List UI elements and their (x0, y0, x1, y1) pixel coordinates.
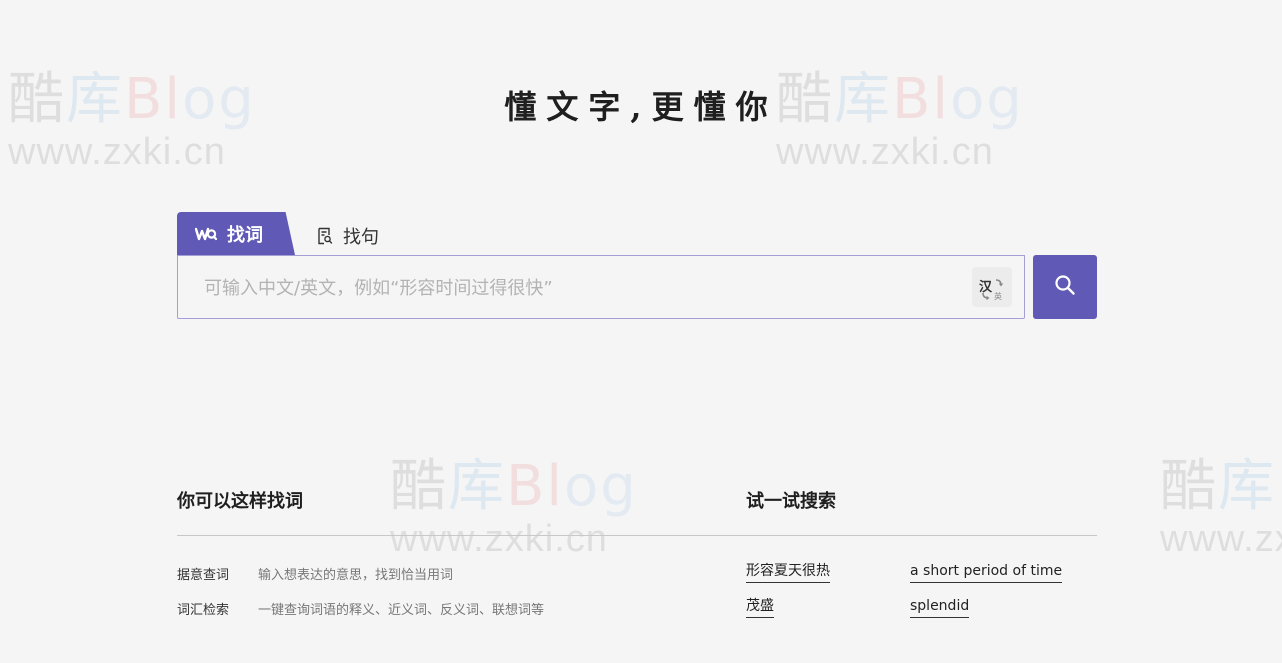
watermark-url: www.zxki.cn (776, 131, 994, 173)
tip-description: 输入想表达的意思，找到恰当用词 (258, 568, 454, 583)
tip-label: 据意查词 (177, 568, 230, 583)
search-button[interactable] (1033, 255, 1097, 319)
tip-item: 词汇检索 一键查询词语的释义、近义词、反义词、联想词等 (177, 599, 544, 618)
watermark-char: 酷 (1160, 457, 1218, 519)
try-search-link[interactable]: splendid (910, 598, 970, 618)
try-search-section-title: 试一试搜索 (746, 491, 836, 512)
watermark-char: 库 (448, 454, 506, 519)
tip-label: 词汇检索 (177, 603, 230, 618)
language-toggle-sub: 英 (994, 292, 1002, 301)
tip-description: 一键查询词语的释义、近义词、反义词、联想词等 (258, 603, 545, 618)
swap-arrows-icon (982, 279, 1003, 300)
section-divider (177, 535, 1097, 536)
language-toggle-button[interactable]: 汉 英 (972, 267, 1012, 307)
watermark: 酷库Blog www.zxki.cn (390, 457, 640, 561)
search-tabs: 找词 找句 (177, 212, 379, 255)
wq-logo-icon (195, 226, 217, 242)
watermark-url: www.zxki.cn (1160, 518, 1282, 560)
tip-item: 据意查词 输入想表达的意思，找到恰当用词 (177, 564, 453, 583)
tips-section-title: 你可以这样找词 (177, 491, 303, 512)
tab-find-sentence[interactable]: 找句 (295, 212, 379, 255)
tab-find-word[interactable]: 找词 (177, 212, 295, 255)
watermark-char: 酷 (390, 454, 448, 519)
watermark-url: www.zxki.cn (390, 518, 608, 560)
watermark-char: og (563, 454, 638, 519)
watermark-url: www.zxki.cn (8, 131, 226, 173)
try-search-link[interactable]: 茂盛 (746, 598, 774, 618)
watermark-char: Bl (506, 454, 564, 519)
sentence-search-icon (317, 227, 333, 245)
page-slogan: 懂文字,更懂你 (504, 88, 778, 126)
try-search-link[interactable]: a short period of time (910, 563, 1063, 583)
search-box: 汉 英 (177, 255, 1025, 320)
try-search-link[interactable]: 形容夏天很热 (746, 563, 830, 583)
search-icon (1054, 274, 1076, 300)
tab-label: 找句 (343, 226, 379, 248)
tab-label: 找词 (227, 224, 263, 246)
watermark-char: 库 (1218, 457, 1276, 519)
search-input[interactable] (202, 256, 966, 320)
watermark: 酷库 www.zxki.cn (1160, 457, 1282, 561)
